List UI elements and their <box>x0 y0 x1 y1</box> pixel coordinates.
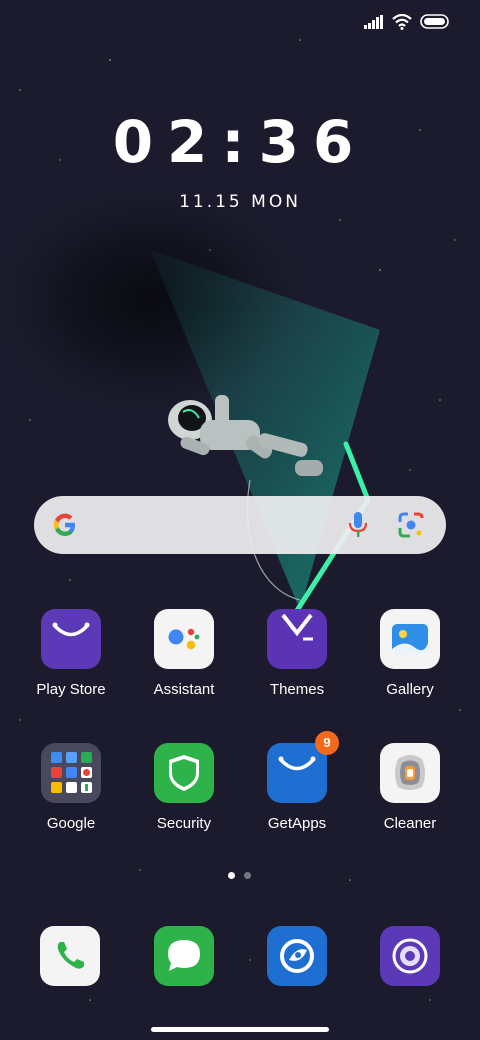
mic-icon[interactable] <box>348 510 368 540</box>
app-label: Cleaner <box>383 815 437 832</box>
browser-icon <box>280 939 314 973</box>
app-label: Play Store <box>36 681 106 698</box>
getapps-icon: 9 <box>267 731 339 803</box>
assistant-icon <box>154 609 214 669</box>
page-dot-active[interactable] <box>228 872 235 879</box>
status-bar <box>364 14 450 30</box>
clock-time[interactable]: 02:36 <box>0 108 480 176</box>
signal-icon <box>364 15 383 29</box>
lens-icon[interactable] <box>396 510 426 540</box>
dock-camera[interactable] <box>380 926 440 986</box>
app-assistant[interactable]: Assistant <box>129 609 239 698</box>
app-label: Security <box>156 815 212 832</box>
gallery-icon <box>380 609 440 669</box>
google-folder-icon <box>41 743 101 803</box>
app-label: Google <box>46 815 96 832</box>
page-dot[interactable] <box>244 872 251 879</box>
app-getapps[interactable]: 9 GetApps <box>242 731 352 832</box>
google-logo-icon <box>54 513 75 536</box>
app-label: Gallery <box>386 681 434 698</box>
camera-icon <box>392 938 428 974</box>
folder-google[interactable]: Google <box>16 743 126 832</box>
google-search-bar[interactable] <box>34 496 446 554</box>
app-gallery[interactable]: Gallery <box>355 609 465 698</box>
app-label: GetApps <box>267 815 327 832</box>
app-label: Themes <box>269 681 325 698</box>
play-store-icon <box>41 609 101 669</box>
battery-icon <box>420 14 449 29</box>
home-gesture-bar[interactable] <box>151 1027 329 1032</box>
phone-icon <box>57 942 84 969</box>
app-play-store[interactable]: Play Store <box>16 609 126 698</box>
app-cleaner[interactable]: Cleaner <box>355 743 465 832</box>
app-security[interactable]: Security <box>129 743 239 832</box>
clock-date[interactable]: 11.15 MON <box>0 192 480 212</box>
page-indicator[interactable] <box>228 872 251 879</box>
dock-phone[interactable] <box>40 926 100 986</box>
notification-badge: 9 <box>315 731 339 755</box>
themes-icon <box>267 609 327 669</box>
messages-icon <box>168 940 200 971</box>
dock-messages[interactable] <box>154 926 214 986</box>
cleaner-icon <box>380 743 440 803</box>
dock-browser[interactable] <box>267 926 327 986</box>
app-label: Assistant <box>153 681 215 698</box>
wifi-icon <box>392 14 412 30</box>
app-themes[interactable]: Themes <box>242 609 352 698</box>
security-icon <box>154 743 214 803</box>
